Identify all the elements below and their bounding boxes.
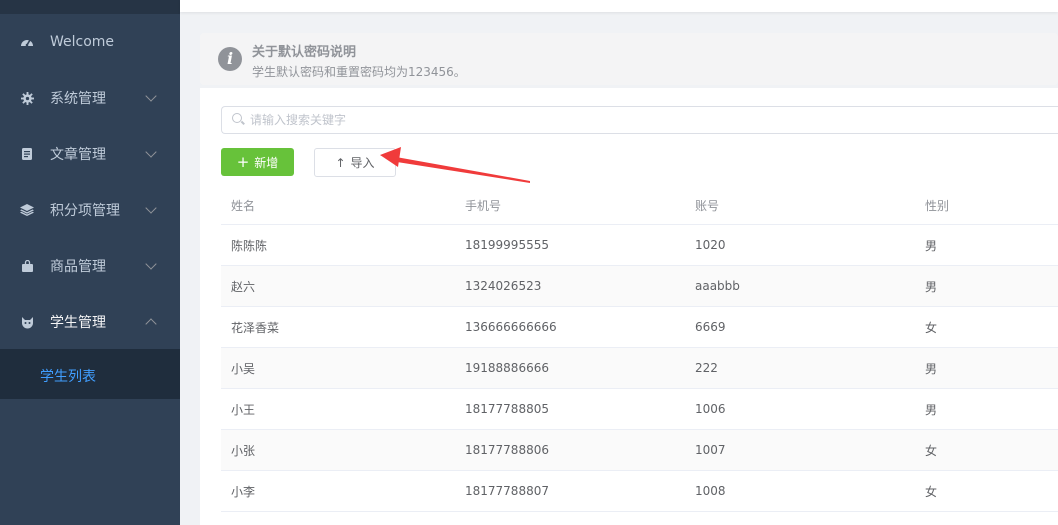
chevron-down-icon <box>145 146 157 158</box>
import-button-label: 导入 <box>350 156 375 170</box>
cell-name: 小李 <box>221 470 455 512</box>
cell-gender: 女 <box>915 470 1058 512</box>
cell-gender: 男 <box>915 388 1058 430</box>
chevron-down-icon <box>145 90 157 102</box>
cell-name: 小吴 <box>221 347 455 389</box>
dashboard-icon <box>20 35 34 49</box>
info-alert: i 关于默认密码说明 学生默认密码和重置密码均为123456。 <box>200 33 1058 85</box>
cell-phone: 1324026523 <box>455 265 685 307</box>
chevron-up-icon <box>145 318 157 330</box>
cell-phone: 18177788805 <box>455 388 685 430</box>
table-row[interactable]: 小张 18177788806 1007 女 <box>221 429 1058 471</box>
table-header-row: 姓名 手机号 账号 性别 <box>221 186 1058 225</box>
sidebar-item-label: Welcome <box>50 34 115 50</box>
table-row[interactable]: 花泽香菜 136666666666 6669 女 <box>221 306 1058 348</box>
document-icon <box>20 147 34 161</box>
cell-gender: 男 <box>915 224 1058 266</box>
chevron-down-icon <box>145 202 157 214</box>
column-header-gender[interactable]: 性别 <box>915 186 1058 225</box>
cell-gender: 女 <box>915 306 1058 348</box>
sidebar-item-label: 积分项管理 <box>50 203 120 219</box>
sidebar-item-goods[interactable]: 商品管理 <box>0 238 180 294</box>
student-table: 姓名 手机号 账号 性别 陈陈陈 18199995555 1020 男 赵六 1… <box>221 186 1058 512</box>
info-icon: i <box>218 47 242 71</box>
submenu-students: 学生列表 <box>0 349 180 399</box>
sidebar-item-students[interactable]: 学生管理 <box>0 294 180 350</box>
alert-title: 关于默认密码说明 <box>252 45 357 60</box>
plus-icon: + <box>236 152 250 171</box>
content-card: + 新增 ↑ 导入 姓名 手机号 账号 性别 陈陈陈 18199995555 1… <box>200 88 1058 525</box>
column-header-name[interactable]: 姓名 <box>221 186 455 225</box>
sidebar-item-label: 文章管理 <box>50 147 106 163</box>
sidebar-item-system[interactable]: 系统管理 <box>0 70 180 126</box>
table-row[interactable]: 小吴 19188886666 222 男 <box>221 347 1058 389</box>
sidebar-subitem-student-list[interactable]: 学生列表 <box>40 366 96 386</box>
gear-icon <box>20 91 34 105</box>
search-box <box>221 106 1058 134</box>
table-row[interactable]: 赵六 1324026523 aaabbb 男 <box>221 265 1058 307</box>
cell-account: 1006 <box>685 388 915 430</box>
sidebar-logo-area <box>0 0 180 14</box>
cell-name: 赵六 <box>221 265 455 307</box>
cell-account: aaabbb <box>685 265 915 307</box>
cell-phone: 18199995555 <box>455 224 685 266</box>
column-header-account[interactable]: 账号 <box>685 186 915 225</box>
cell-gender: 男 <box>915 265 1058 307</box>
sidebar-item-label: 学生管理 <box>50 315 106 331</box>
cell-phone: 18177788807 <box>455 470 685 512</box>
sidebar-item-articles[interactable]: 文章管理 <box>0 126 180 182</box>
cell-account: 1007 <box>685 429 915 471</box>
sidebar-item-welcome[interactable]: Welcome <box>0 14 180 70</box>
import-button[interactable]: ↑ 导入 <box>314 148 396 177</box>
cell-phone: 136666666666 <box>455 306 685 348</box>
add-button-label: 新增 <box>254 155 279 170</box>
sidebar: Welcome 系统管理 文章管理 积分项管理 商品管理 学生管理 学生列表 <box>0 0 180 525</box>
cell-name: 小王 <box>221 388 455 430</box>
arrow-up-icon: ↑ <box>335 155 346 170</box>
bag-icon <box>20 259 34 273</box>
alert-description: 学生默认密码和重置密码均为123456。 <box>252 65 466 79</box>
add-button[interactable]: + 新增 <box>221 148 294 176</box>
cell-phone: 18177788806 <box>455 429 685 471</box>
cell-gender: 女 <box>915 429 1058 471</box>
cell-phone: 19188886666 <box>455 347 685 389</box>
search-icon <box>232 113 242 123</box>
student-icon <box>20 315 34 329</box>
table-row[interactable]: 陈陈陈 18199995555 1020 男 <box>221 224 1058 266</box>
column-header-phone[interactable]: 手机号 <box>455 186 685 225</box>
cell-account: 1008 <box>685 470 915 512</box>
layers-icon <box>20 203 34 217</box>
search-input[interactable] <box>250 107 1030 133</box>
cell-gender: 男 <box>915 347 1058 389</box>
cell-name: 陈陈陈 <box>221 224 455 266</box>
chevron-down-icon <box>145 258 157 270</box>
sidebar-item-label: 商品管理 <box>50 259 106 275</box>
cell-account: 222 <box>685 347 915 389</box>
table-row[interactable]: 小王 18177788805 1006 男 <box>221 388 1058 430</box>
table-row[interactable]: 小李 18177788807 1008 女 <box>221 470 1058 512</box>
cell-name: 花泽香菜 <box>221 306 455 348</box>
sidebar-item-points[interactable]: 积分项管理 <box>0 182 180 238</box>
cell-name: 小张 <box>221 429 455 471</box>
cell-account: 6669 <box>685 306 915 348</box>
top-navbar <box>180 0 1058 12</box>
sidebar-item-label: 系统管理 <box>50 91 106 107</box>
cell-account: 1020 <box>685 224 915 266</box>
